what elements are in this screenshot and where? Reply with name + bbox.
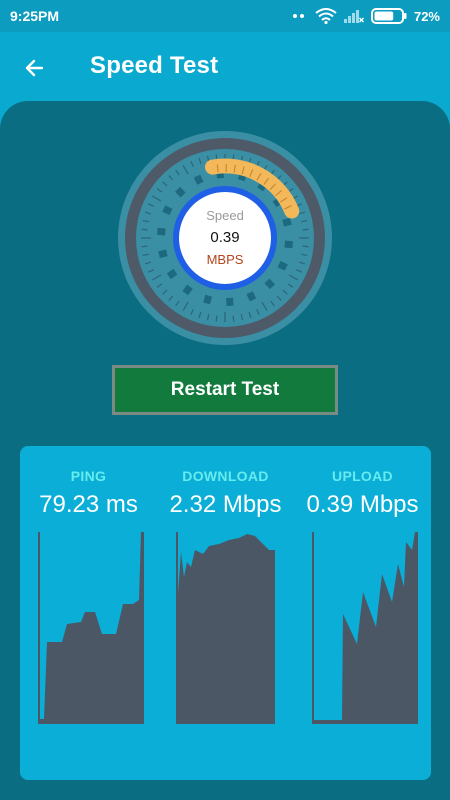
dots-icon	[292, 14, 304, 18]
ping-title: PING	[70, 468, 107, 484]
back-button[interactable]	[18, 52, 50, 84]
upload-title: UPLOAD	[332, 468, 393, 484]
status-time: 9:25PM	[10, 8, 60, 24]
battery-percent: 72%	[413, 8, 440, 24]
wifi-icon	[315, 8, 337, 24]
arrow-left-icon	[25, 59, 44, 77]
upload-stat: UPLOAD 0.39 Mbps	[294, 446, 431, 780]
app-bar: Speed Test	[0, 32, 450, 102]
restart-test-button[interactable]: Restart Test	[112, 365, 338, 415]
ping-value: 79.23 ms	[39, 491, 138, 518]
page-title: Speed Test	[90, 52, 219, 79]
speed-gauge: Speed 0.39 MBPS	[118, 131, 332, 345]
download-graph	[176, 532, 275, 724]
gauge-dial	[118, 131, 332, 345]
main-card: Speed 0.39 MBPS Restart Test PING 79.23 …	[0, 101, 450, 800]
upload-value: 0.39 Mbps	[306, 491, 419, 518]
status-bar: 9:25PM 72%	[0, 0, 450, 32]
status-icons: 72%	[292, 8, 440, 24]
cell-signal-icon	[343, 10, 364, 23]
upload-graph	[312, 532, 418, 724]
ping-graph	[38, 532, 144, 724]
download-title: DOWNLOAD	[182, 468, 269, 484]
battery-icon	[370, 8, 407, 24]
stats-panel: PING 79.23 ms DOWNLOAD 2.32 Mbps UPLOAD …	[20, 446, 431, 780]
download-value: 2.32 Mbps	[169, 491, 282, 518]
ping-stat: PING 79.23 ms	[20, 446, 157, 780]
download-stat: DOWNLOAD 2.32 Mbps	[157, 446, 294, 780]
